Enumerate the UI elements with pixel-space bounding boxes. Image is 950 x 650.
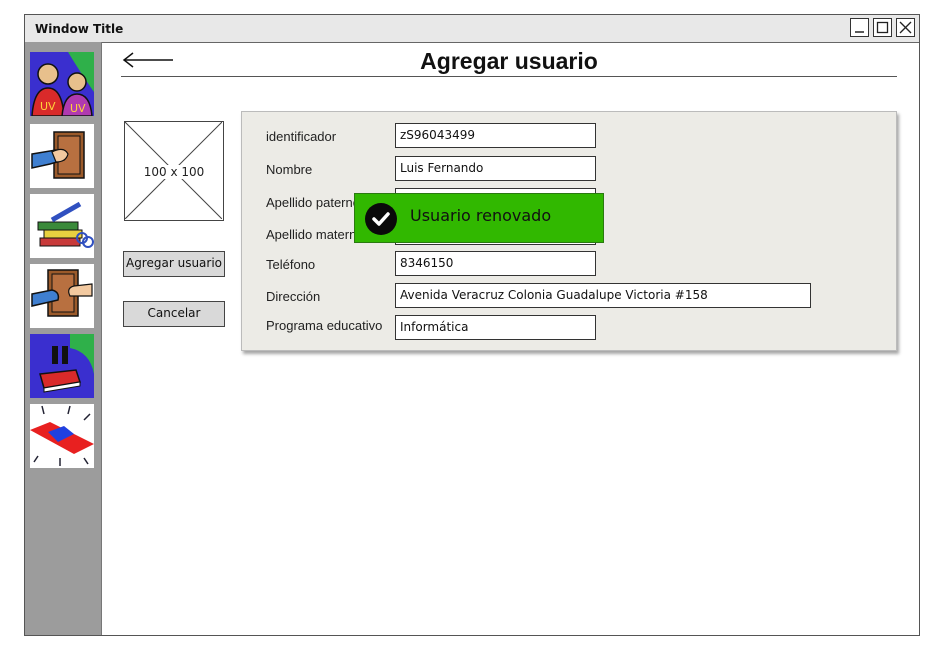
book-pause-icon[interactable] <box>30 334 94 398</box>
title-divider <box>121 76 897 77</box>
book-exchange-icon[interactable] <box>30 264 94 328</box>
label-apellido-paterno: Apellido paterno <box>266 195 360 210</box>
label-telefono: Teléfono <box>266 257 316 272</box>
identificador-field[interactable]: zS96043499 <box>395 123 596 148</box>
nombre-field[interactable]: Luis Fernando <box>395 156 596 181</box>
label-identificador: identificador <box>266 129 337 144</box>
minimize-icon[interactable] <box>850 18 869 37</box>
sidebar: UV UV <box>25 42 102 635</box>
app-window: Window Title UV UV Agregar usuario 100 x… <box>24 14 920 636</box>
success-toast: Usuario renovado <box>354 193 604 243</box>
books-pencil-icon[interactable] <box>30 194 94 258</box>
add-user-button[interactable]: Agregar usuario <box>123 251 225 277</box>
label-programa-educativo: Programa educativo <box>266 318 383 333</box>
title-bar: Window Title <box>25 15 919 43</box>
direccion-field[interactable]: Avenida Veracruz Colonia Guadalupe Victo… <box>395 283 811 308</box>
check-circle-icon <box>365 203 397 235</box>
book-hand-icon[interactable] <box>30 124 94 188</box>
window-title: Window Title <box>35 22 124 36</box>
label-apellido-materno: Apellido materno <box>266 227 364 242</box>
cancel-button[interactable]: Cancelar <box>123 301 225 327</box>
users-icon[interactable]: UV UV <box>30 52 94 116</box>
label-nombre: Nombre <box>266 162 313 177</box>
programa-educativo-field[interactable]: Informática <box>395 315 596 340</box>
close-icon[interactable] <box>896 18 915 37</box>
maximize-icon[interactable] <box>873 18 892 37</box>
alarm-light-icon[interactable] <box>30 404 94 468</box>
page-title: Agregar usuario <box>420 48 598 74</box>
image-placeholder-label: 100 x 100 <box>142 165 206 179</box>
svg-text:UV: UV <box>70 102 86 115</box>
toast-message: Usuario renovado <box>410 206 552 225</box>
image-placeholder: 100 x 100 <box>124 121 224 221</box>
label-direccion: Dirección <box>266 289 321 304</box>
svg-text:UV: UV <box>40 100 56 113</box>
telefono-field[interactable]: 8346150 <box>395 251 596 276</box>
